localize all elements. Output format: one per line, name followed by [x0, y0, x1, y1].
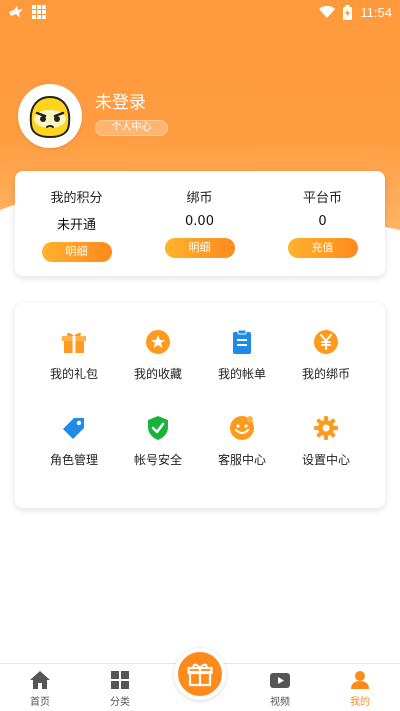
nav-item-home[interactable]: 首页 — [10, 670, 70, 710]
points-column-bound-coin: 绑币 0.00 明细 — [138, 171, 261, 276]
menu-label: 设置中心 — [301, 453, 350, 467]
avatar[interactable] — [18, 84, 82, 148]
nav-label: 我的 — [350, 697, 370, 708]
points-value: 0 — [318, 214, 327, 229]
menu-item-account-security[interactable]: 帐号安全 — [116, 415, 200, 485]
nav-item-video[interactable]: 视频 — [250, 670, 310, 710]
menu-label: 我的礼包 — [49, 367, 98, 381]
wifi-icon — [319, 6, 336, 18]
recharge-button[interactable]: 充值 — [287, 238, 358, 258]
personal-center-button[interactable]: 个人中心 — [95, 120, 168, 136]
points-value: 0.00 — [185, 214, 214, 229]
nav-item-mine[interactable]: 我的 — [330, 670, 390, 710]
points-card: 我的积分 未开通 明细 绑币 0.00 明细 平台币 0 充值 — [15, 171, 385, 276]
menu-item-settings[interactable]: 设置中心 — [284, 415, 368, 485]
gift-icon — [62, 332, 86, 353]
menu-label: 我的帐单 — [217, 367, 266, 381]
menu-item-favorites[interactable]: 我的收藏 — [116, 329, 200, 399]
grid-icon — [32, 5, 46, 19]
menu-label: 我的收藏 — [133, 367, 182, 381]
points-column-score: 我的积分 未开通 明细 — [15, 171, 138, 276]
points-label: 平台币 — [302, 191, 342, 206]
username[interactable]: 未登录 — [95, 88, 146, 113]
gift-icon — [187, 663, 213, 687]
star-icon — [146, 330, 170, 354]
points-label: 我的积分 — [50, 191, 103, 206]
tag-icon — [63, 418, 84, 439]
bill-icon — [233, 329, 251, 354]
points-label: 绑币 — [186, 191, 213, 206]
nav-label: 分类 — [110, 697, 130, 708]
user-icon — [351, 671, 369, 689]
mascot-avatar-icon — [29, 95, 71, 139]
menu-item-gift[interactable]: 我的礼包 — [32, 329, 116, 399]
center-gift-button[interactable] — [174, 648, 226, 700]
menu-item-role-management[interactable]: 角色管理 — [32, 415, 116, 485]
points-value: 未开通 — [56, 218, 96, 233]
nav-label: 首页 — [30, 697, 50, 708]
score-detail-button[interactable]: 明细 — [41, 242, 112, 262]
battery-charging-icon — [343, 4, 353, 20]
menu-item-bound-coin[interactable]: 我的绑币 — [284, 329, 368, 399]
points-column-platform-coin: 平台币 0 充值 — [261, 171, 384, 276]
menu-label: 客服中心 — [217, 453, 266, 467]
bird-icon — [9, 6, 23, 18]
nav-label: 视频 — [270, 697, 290, 708]
home-icon — [30, 671, 50, 689]
menu-label: 帐号安全 — [133, 453, 182, 467]
shield-icon — [148, 416, 168, 440]
menu-label: 我的绑币 — [301, 367, 350, 381]
menu-card: 我的礼包 我的收藏 我的帐单 我的绑币 角色管理 帐号安全 客服中心 设置中心 — [15, 303, 385, 508]
category-icon — [111, 671, 129, 689]
menu-item-customer-service[interactable]: 客服中心 — [200, 415, 284, 485]
status-bar: 11:54 — [0, 0, 400, 24]
nav-item-category[interactable]: 分类 — [90, 670, 150, 710]
status-time: 11:54 — [360, 4, 392, 20]
gear-icon — [314, 416, 338, 440]
menu-label: 角色管理 — [49, 453, 98, 467]
yuan-icon — [314, 330, 338, 354]
smile-icon — [230, 416, 254, 440]
video-icon — [270, 673, 290, 688]
bound-coin-detail-button[interactable]: 明细 — [164, 238, 235, 258]
menu-item-bill[interactable]: 我的帐单 — [200, 329, 284, 399]
